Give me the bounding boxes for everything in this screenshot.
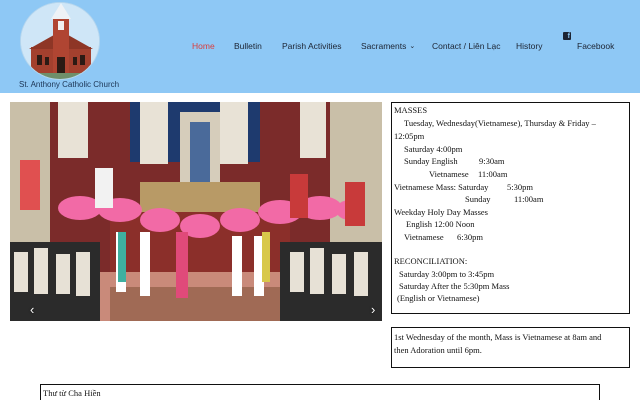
masses-sunday-english-time: 9:30am — [479, 156, 505, 166]
nav-contact[interactable]: Contact / Liên Lạc — [432, 41, 501, 51]
church-logo[interactable] — [20, 2, 100, 80]
masses-heading: MASSES — [394, 105, 428, 115]
holy-day-heading: Weekday Holy Day Masses — [394, 207, 488, 217]
reconciliation-line-2: Saturday After the 5:30pm Mass — [399, 281, 510, 291]
church-building-icon — [21, 3, 99, 79]
pastor-letter-title[interactable]: Thư từ Cha Hiền — [43, 388, 101, 398]
reconciliation-line-3: (English or Vietnamese) — [397, 293, 480, 303]
holy-day-vietnamese-time: 6:30pm — [457, 232, 483, 242]
masses-sunday-vietnamese: Vietnamese — [429, 169, 469, 179]
facebook-icon[interactable]: f — [563, 32, 571, 40]
masses-sunday-vietnamese-time: 11:00am — [478, 169, 508, 179]
nav-sacraments-label: Sacraments — [361, 41, 407, 51]
adoration-note-line-1: 1st Wednesday of the month, Mass is Viet… — [394, 332, 602, 342]
site-header: St. Anthony Catholic Church Home Bulleti… — [0, 0, 640, 93]
masses-weekday: Tuesday, Wednesday(Vietnamese), Thursday… — [404, 118, 596, 128]
nav-bulletin[interactable]: Bulletin — [234, 41, 262, 51]
holy-day-english: English 12:00 Noon — [406, 219, 475, 229]
reconciliation-heading: RECONCILIATION: — [394, 256, 468, 266]
masses-weekday-time: 12:05pm — [394, 131, 425, 141]
nav-facebook[interactable]: Facebook — [577, 41, 614, 51]
nav-parish-activities[interactable]: Parish Activities — [282, 41, 342, 51]
masses-vn-saturday-time: 5:30pm — [507, 182, 533, 192]
slider-prev-button[interactable]: ‹ — [30, 302, 34, 317]
church-interior-photo — [10, 102, 382, 321]
adoration-note-line-2: then Adoration until 6pm. — [394, 345, 482, 355]
reconciliation-line-1: Saturday 3:00pm to 3:45pm — [399, 269, 495, 279]
image-slider[interactable]: ‹ › — [10, 102, 382, 321]
masses-vn-sunday: Sunday — [465, 194, 491, 204]
adoration-note-box: 1st Wednesday of the month, Mass is Viet… — [391, 327, 630, 368]
nav-home[interactable]: Home — [192, 41, 215, 51]
nav-history[interactable]: History — [516, 41, 542, 51]
chevron-down-icon: ⌄ — [409, 43, 416, 50]
mass-schedule-box: MASSES Tuesday, Wednesday(Vietnamese), T… — [391, 102, 630, 314]
holy-day-vietnamese: Vietnamese — [404, 232, 444, 242]
site-name[interactable]: St. Anthony Catholic Church — [19, 80, 119, 89]
masses-vn-saturday: Vietnamese Mass: Saturday — [394, 182, 489, 192]
nav-sacraments[interactable]: Sacraments ⌄ — [361, 41, 415, 51]
masses-saturday: Saturday 4:00pm — [404, 144, 463, 154]
slider-next-button[interactable]: › — [371, 302, 375, 317]
masses-sunday-english: Sunday English — [404, 156, 458, 166]
pastor-letter-box: Thư từ Cha Hiền — [40, 384, 600, 400]
masses-vn-sunday-time: 11:00am — [514, 194, 544, 204]
